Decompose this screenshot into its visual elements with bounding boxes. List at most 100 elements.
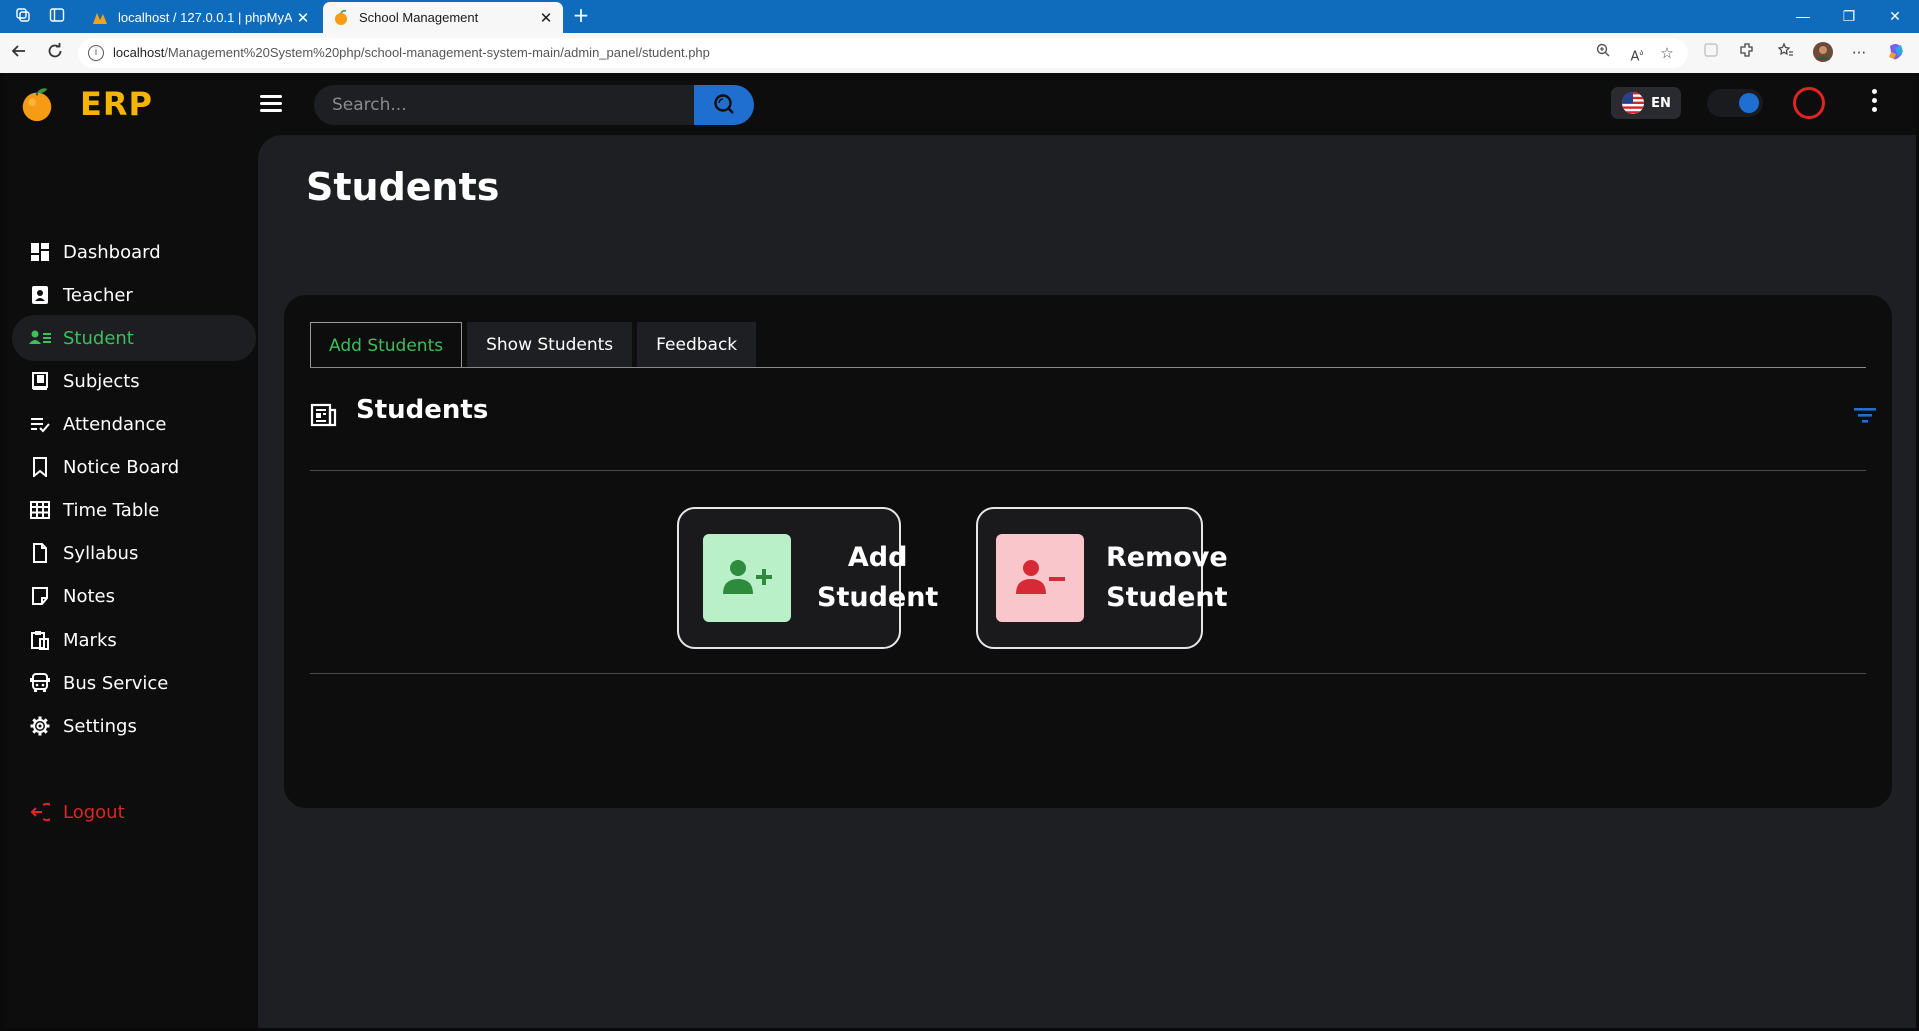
refresh-icon[interactable]	[44, 42, 66, 64]
bus-icon	[29, 672, 51, 694]
main-content: Students Add Students Show Students Feed…	[258, 135, 1916, 1028]
teacher-icon	[29, 284, 51, 306]
browser-tab-phpmyadmin[interactable]: localhost / 127.0.0.1 | phpMyAdm ✕	[82, 2, 320, 33]
browser-tab-school-management[interactable]: School Management ✕	[323, 2, 563, 33]
section-title: Students	[356, 395, 489, 425]
sidebar-item-notes[interactable]: Notes	[12, 573, 256, 619]
url-path: /Management%20System%20php/school-manage…	[164, 45, 710, 60]
sidebar: Dashboard Teacher Student Subjects Atten…	[4, 135, 258, 1028]
sidebar-item-bus-service[interactable]: Bus Service	[12, 660, 256, 706]
sidebar-item-label: Time Table	[63, 499, 160, 521]
add-student-label: Add Student	[817, 542, 939, 613]
sidebar-item-teacher[interactable]: Teacher	[12, 272, 256, 318]
profile-avatar[interactable]	[1812, 42, 1834, 64]
tab-add-students[interactable]: Add Students	[310, 322, 463, 368]
sidebar-item-logout[interactable]: Logout	[12, 789, 256, 835]
sidebar-item-time-table[interactable]: Time Table	[12, 487, 256, 533]
browser-titlebar: localhost / 127.0.0.1 | phpMyAdm ✕ Schoo…	[0, 0, 1919, 33]
sidebar-item-subjects[interactable]: Subjects	[12, 358, 256, 404]
attendance-icon	[29, 413, 51, 435]
student-tabs: Add Students Show Students Feedback	[310, 322, 757, 368]
favorites-icon[interactable]	[1775, 42, 1797, 64]
sidebar-item-label: Settings	[63, 715, 137, 737]
vertical-tabs-icon[interactable]	[48, 7, 66, 25]
search-button[interactable]	[694, 85, 754, 125]
newspaper-icon	[310, 403, 337, 427]
sidebar-item-notice-board[interactable]: Notice Board	[12, 444, 256, 490]
grid-table-icon	[29, 499, 51, 521]
minimize-button[interactable]: —	[1780, 0, 1826, 33]
back-icon[interactable]	[8, 42, 30, 64]
remove-student-button[interactable]: Remove Student	[976, 507, 1228, 649]
new-tab-button[interactable]: +	[570, 5, 592, 27]
close-tab-icon[interactable]: ✕	[535, 9, 557, 27]
close-window-button[interactable]: ✕	[1872, 0, 1918, 33]
search-bar	[314, 85, 757, 125]
extensions-icon[interactable]	[1736, 42, 1758, 64]
dashboard-icon	[29, 241, 51, 263]
tabs-underline	[310, 367, 1866, 368]
orange-favicon-icon	[335, 9, 347, 25]
power-icon[interactable]	[1793, 87, 1825, 119]
sidebar-item-label: Notice Board	[63, 456, 180, 478]
sidebar-item-student[interactable]: Student	[12, 315, 256, 361]
document-icon	[29, 542, 51, 564]
sidebar-item-label: Notes	[63, 585, 115, 607]
phpmyadmin-favicon-icon	[93, 12, 107, 24]
sidebar-item-syllabus[interactable]: Syllabus	[12, 530, 256, 576]
sidebar-item-label: Bus Service	[63, 672, 169, 694]
tab-label: School Management	[359, 10, 479, 25]
logout-icon	[29, 801, 51, 823]
menu-toggle-icon[interactable]	[260, 95, 282, 113]
url-field[interactable]: i localhost/Management%20System%20php/sc…	[78, 38, 1688, 68]
tab-show-students[interactable]: Show Students	[467, 322, 633, 368]
student-icon	[29, 327, 51, 349]
app-logo-text: ERP	[80, 85, 153, 123]
clipboard-icon	[29, 629, 51, 651]
add-user-icon	[703, 534, 791, 622]
search-input[interactable]	[314, 85, 694, 125]
more-options-icon[interactable]: ···	[1848, 42, 1870, 64]
sidebar-item-label: Teacher	[63, 284, 133, 306]
read-aloud-icon[interactable]: Aა	[1626, 42, 1648, 64]
sidebar-item-label: Dashboard	[63, 241, 161, 263]
favorite-star-icon[interactable]: ☆	[1656, 42, 1678, 64]
kebab-menu-icon[interactable]	[1870, 89, 1878, 117]
sidebar-item-marks[interactable]: Marks	[12, 617, 256, 663]
app-topbar: ERP EN	[4, 73, 1916, 135]
bookmark-icon	[29, 456, 51, 478]
extension-placeholder-icon[interactable]	[1700, 42, 1722, 64]
remove-user-icon	[996, 534, 1084, 622]
tab-label: localhost / 127.0.0.1 | phpMyAdm	[118, 10, 292, 25]
logout-label: Logout	[63, 801, 125, 823]
url-host: localhost	[113, 45, 165, 60]
copilot-icon[interactable]	[1885, 42, 1907, 64]
theme-toggle[interactable]	[1707, 89, 1763, 117]
language-code: EN	[1651, 95, 1671, 111]
restore-button[interactable]: ❐	[1826, 0, 1872, 33]
toggle-knob	[1739, 93, 1759, 113]
language-selector[interactable]: EN	[1611, 87, 1681, 119]
sidebar-item-attendance[interactable]: Attendance	[12, 401, 256, 447]
us-flag-icon	[1622, 92, 1645, 114]
notes-icon	[29, 585, 51, 607]
orange-logo-icon	[22, 88, 52, 122]
sidebar-item-label: Marks	[63, 629, 117, 651]
close-tab-icon[interactable]: ✕	[292, 9, 314, 27]
tab-feedback[interactable]: Feedback	[637, 322, 757, 368]
site-info-icon[interactable]: i	[88, 45, 104, 61]
gear-icon	[29, 715, 51, 737]
book-icon	[29, 370, 51, 392]
search-icon	[714, 94, 734, 114]
workspaces-icon[interactable]	[14, 7, 32, 25]
sidebar-item-label: Attendance	[63, 413, 167, 435]
sidebar-item-label: Syllabus	[63, 542, 139, 564]
sidebar-item-settings[interactable]: Settings	[12, 703, 256, 749]
filter-icon[interactable]	[1854, 407, 1876, 423]
section-divider	[310, 470, 1866, 471]
bottom-divider	[310, 673, 1866, 674]
zoom-icon[interactable]	[1592, 42, 1614, 64]
sidebar-item-dashboard[interactable]: Dashboard	[12, 229, 256, 275]
students-card: Add Students Show Students Feedback Stud…	[284, 295, 1892, 808]
add-student-button[interactable]: Add Student	[677, 507, 938, 649]
